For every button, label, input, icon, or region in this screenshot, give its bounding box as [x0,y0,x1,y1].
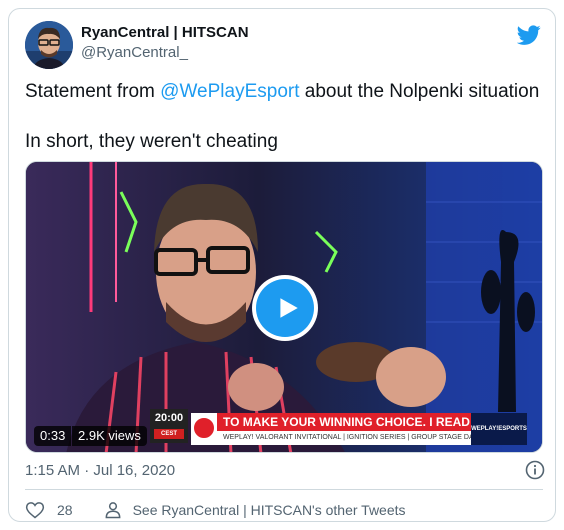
author-display-name[interactable]: RyanCentral | HITSCAN [81,23,249,43]
mention-link[interactable]: @WePlayEsport [160,81,299,102]
overlay-clock-time: 20:00 [154,412,184,424]
overlay-brand: WEPLAY!ESPORTS [471,413,527,445]
overlay-subline: WEPLAY! VALORANT INVITATIONAL | IGNITION… [217,431,471,445]
tweet-timestamp[interactable]: 1:15 AM · Jul 16, 2020 [25,461,175,481]
overlay-headline: TO MAKE YOUR WINNING CHOICE. I READ OUR … [217,413,471,431]
overlay-clock: 20:00 CEST [150,409,188,443]
avatar[interactable] [25,21,73,69]
play-button-inner [256,279,314,337]
tweet-text: Statement from @WePlayEsport about the N… [25,79,545,154]
play-icon [279,298,298,318]
person-icon [105,502,120,519]
video-player[interactable]: 20:00 CEST TO MAKE YOUR WINNING CHOICE. … [25,161,543,453]
other-tweets-link[interactable]: See RyanCentral | HITSCAN's other Tweets [103,500,406,520]
video-duration: 0:33 [34,426,72,446]
tweet-text-line1: Statement from @WePlayEsport about the N… [25,79,545,104]
play-button[interactable] [252,275,318,341]
heart-icon [25,502,45,519]
info-icon[interactable] [525,460,545,480]
action-bar: 28 See RyanCentral | HITSCAN's other Twe… [25,499,406,521]
tweet-text-line2: In short, they weren't cheating [25,131,278,152]
like-count: 28 [57,502,73,518]
author-handle[interactable]: @RyanCentral_ [81,43,249,63]
overlay-logo-icon [192,416,216,440]
twitter-bird-icon[interactable] [517,23,541,47]
like-button[interactable]: 28 [25,500,73,520]
tweet-card: RyanCentral | HITSCAN @RyanCentral_ Stat… [8,8,556,522]
video-views: 2.9K views [72,426,147,446]
divider [25,489,543,490]
tweet-text-after: about the Nolpenki situation [299,81,540,102]
other-tweets-label: See RyanCentral | HITSCAN's other Tweets [132,502,406,518]
overlay-timezone: CEST [154,429,184,439]
tweet-text-before: Statement from [25,81,161,102]
author-block: RyanCentral | HITSCAN @RyanCentral_ [81,23,249,63]
